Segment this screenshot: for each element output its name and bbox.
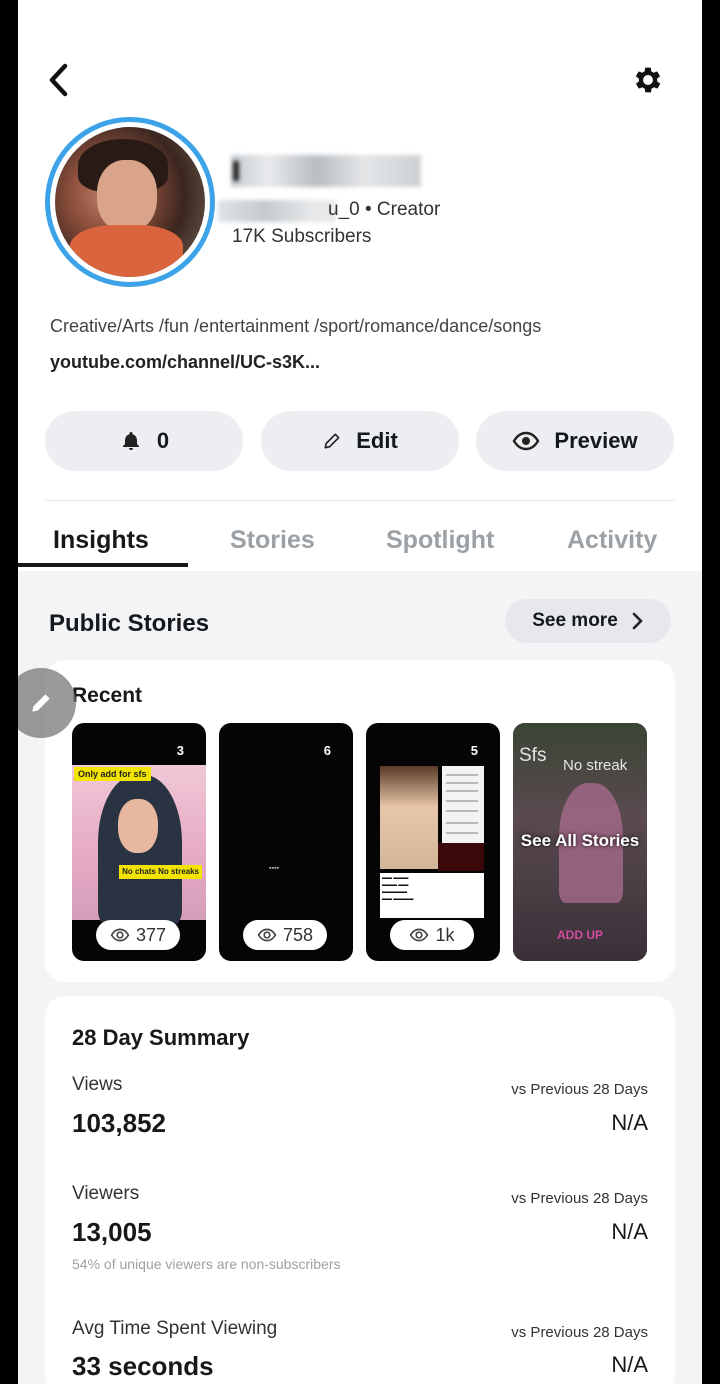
compare-value: N/A xyxy=(611,1110,648,1135)
story-banner-text: Only add for sfs xyxy=(74,767,151,781)
eye-icon xyxy=(513,431,540,451)
compare-value: N/A xyxy=(611,1219,648,1244)
eye-icon xyxy=(410,928,429,942)
edit-button[interactable]: Edit xyxy=(261,411,459,471)
metric-label: Viewers xyxy=(72,1183,140,1204)
pencil-icon xyxy=(32,694,50,712)
compare-label: vs Previous 28 Days xyxy=(511,1190,648,1207)
profile-bio: Creative/Arts /fun /entertainment /sport… xyxy=(50,316,542,336)
story-thumbnail[interactable]: ▬▬ ▬▬▬ ▬▬▬ ▬▬ ▬▬▬▬▬ ▬▬ ▬▬▬▬ 5 1k xyxy=(366,723,500,961)
public-stories-title: Public Stories xyxy=(49,610,210,637)
chevron-left-icon xyxy=(49,63,68,97)
metric-value: 103,852 xyxy=(72,1108,166,1138)
pencil-icon xyxy=(324,433,340,449)
viewers-note: 54% of unique viewers are non-subscriber… xyxy=(72,1256,341,1272)
compare-label: vs Previous 28 Days xyxy=(511,1081,648,1098)
story-add-up-text: ADD UP xyxy=(556,928,603,942)
story-image xyxy=(380,766,438,869)
tab-stories[interactable]: Stories xyxy=(230,526,315,555)
story-views: 758 xyxy=(282,924,314,945)
creator-profile-screen: u_0 • Creator 17K Subscribers Creative/A… xyxy=(18,0,702,1384)
tab-insights[interactable]: Insights xyxy=(53,526,149,555)
settings-button[interactable] xyxy=(626,58,670,102)
recent-stories-card: Recent Only add for sfs No chats No stre… xyxy=(45,660,675,982)
preview-button[interactable]: Preview xyxy=(476,411,674,471)
summary-card: 28 Day Summary Views 103,852 vs Previous… xyxy=(45,996,675,1384)
back-button[interactable] xyxy=(38,60,78,100)
active-tab-indicator xyxy=(18,563,188,567)
summary-title: 28 Day Summary xyxy=(72,1025,250,1050)
avatar-image xyxy=(55,127,205,277)
story-thumbnail[interactable]: ▪▪▪▪ 6 758 xyxy=(219,723,353,961)
metric-label: Views xyxy=(72,1074,123,1095)
see-all-stories-tile[interactable]: Sfs No streak See All Stories ADD UP xyxy=(513,723,647,961)
story-views-badge: 1k xyxy=(390,920,474,950)
story-thumbnail[interactable]: Only add for sfs No chats No streaks 3 3… xyxy=(72,723,206,961)
story-sfs-text: Sfs xyxy=(519,745,547,766)
preview-label: Preview xyxy=(554,428,638,453)
story-views-badge: 758 xyxy=(243,920,327,950)
tab-activity[interactable]: Activity xyxy=(567,526,657,555)
gear-icon xyxy=(635,67,661,93)
notification-count: 0 xyxy=(156,428,170,453)
profile-link[interactable]: youtube.com/channel/UC-s3K... xyxy=(50,352,320,373)
story-image: Only add for sfs No chats No streaks xyxy=(72,765,206,925)
divider xyxy=(45,500,675,501)
tab-spotlight[interactable]: Spotlight xyxy=(386,526,494,555)
story-number: 5 xyxy=(470,743,478,758)
bell-icon xyxy=(122,432,139,450)
metric-label: Avg Time Spent Viewing xyxy=(72,1318,278,1339)
see-more-button[interactable]: See more xyxy=(505,599,671,643)
story-text-strip: ▬▬ ▬▬▬ ▬▬▬ ▬▬ ▬▬▬▬▬ ▬▬ ▬▬▬▬ xyxy=(380,873,484,918)
story-number: 6 xyxy=(323,743,331,758)
avatar[interactable] xyxy=(45,117,215,287)
eye-icon xyxy=(110,928,130,942)
display-name-redacted xyxy=(231,155,421,187)
username-redacted xyxy=(218,200,336,222)
username-creator-label: u_0 • Creator xyxy=(328,199,441,220)
story-views: 1k xyxy=(435,924,455,945)
chevron-right-icon xyxy=(632,612,643,630)
recent-title: Recent xyxy=(72,684,143,707)
story-no-streak-text: No streak xyxy=(563,757,628,774)
metric-value: 33 seconds xyxy=(72,1351,214,1381)
story-caption: ▪▪▪▪ xyxy=(269,865,279,872)
eye-icon xyxy=(257,928,277,942)
story-views-badge: 377 xyxy=(96,920,180,950)
subscriber-count: 17K Subscribers xyxy=(232,226,372,247)
compare-label: vs Previous 28 Days xyxy=(511,1324,648,1341)
see-more-label: See more xyxy=(532,610,618,631)
story-tag-text: No chats No streaks xyxy=(119,865,202,879)
story-number: 3 xyxy=(176,743,184,758)
metric-value: 13,005 xyxy=(72,1217,152,1247)
compare-value: N/A xyxy=(611,1352,648,1377)
see-all-stories-label: See All Stories xyxy=(520,831,640,850)
notification-button[interactable]: 0 xyxy=(45,411,243,471)
story-views: 377 xyxy=(135,924,167,945)
edit-label: Edit xyxy=(356,428,398,453)
